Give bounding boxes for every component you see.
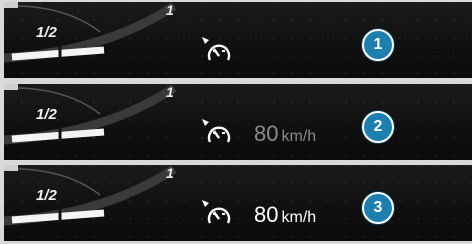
fuel-gauge-full-label: 1 <box>166 2 174 18</box>
callout-badge: 1 <box>362 29 394 61</box>
callout-badge: 2 <box>362 111 394 143</box>
callout-badge: 3 <box>362 192 394 224</box>
set-speed-display: 80 km/h <box>254 121 316 147</box>
fuel-gauge <box>4 84 177 145</box>
cruise-control-icon <box>202 200 231 224</box>
fuel-gauge-full-label: 1 <box>166 84 174 100</box>
cruise-control-icon <box>202 119 231 143</box>
fuel-gauge-half-label: 1/2 <box>36 24 57 41</box>
fuel-gauge-half-label: 1/2 <box>36 187 57 204</box>
set-speed-unit: km/h <box>281 128 317 145</box>
set-speed-value: 80 <box>254 121 279 146</box>
set-speed-value: 80 <box>254 202 279 227</box>
cruise-control-icon <box>202 37 231 61</box>
set-speed-unit: km/h <box>281 209 317 226</box>
fuel-gauge-half-label: 1/2 <box>36 106 57 123</box>
fuel-gauge <box>4 165 177 226</box>
cluster-display-panel-3: 1/2 1 80 km/h 3 <box>4 165 472 241</box>
set-speed-display: 80 km/h <box>254 202 316 228</box>
fuel-gauge <box>4 2 177 63</box>
cluster-display-panel-2: 1/2 1 80 km/h 2 <box>4 84 472 160</box>
fuel-gauge-full-label: 1 <box>166 165 174 181</box>
cluster-display-panel-1: 1/2 1 1 <box>4 2 472 78</box>
